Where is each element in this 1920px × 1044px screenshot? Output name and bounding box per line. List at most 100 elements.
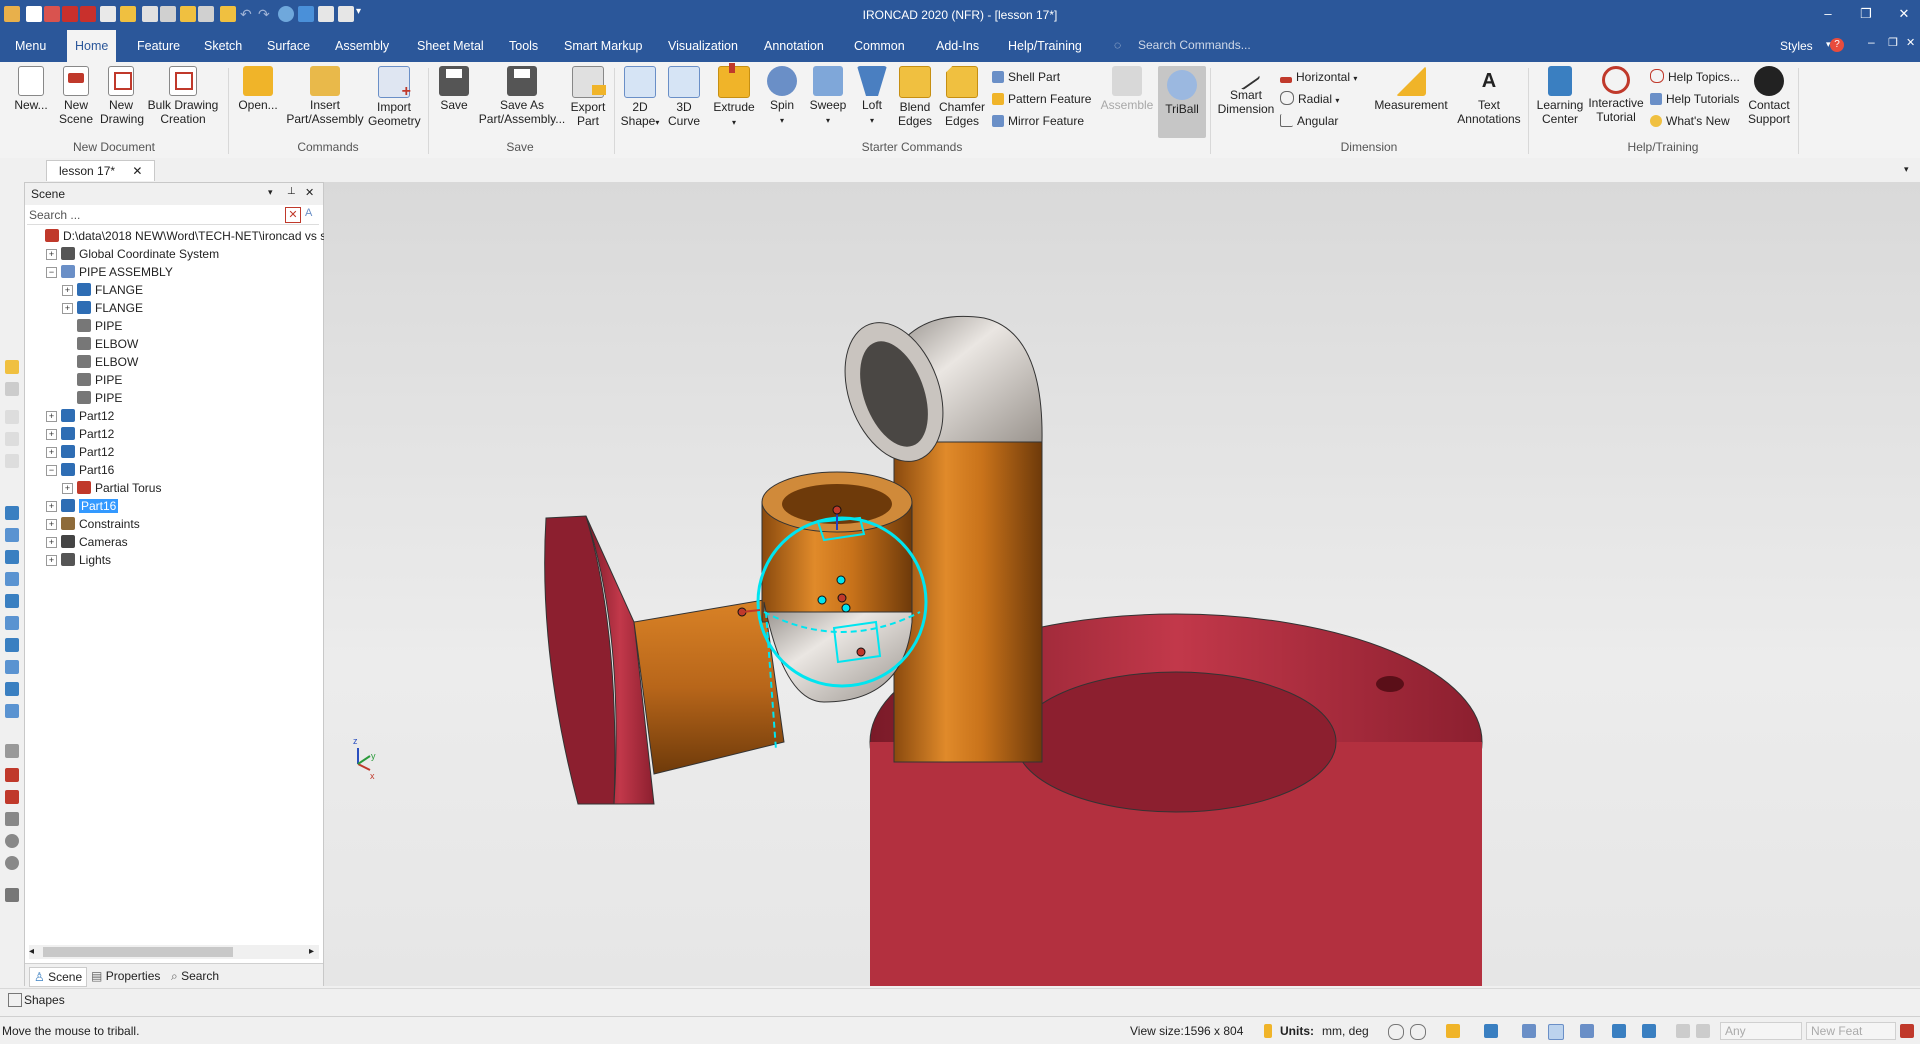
expand-icon[interactable]: + [46, 555, 57, 566]
maximize-button[interactable]: ❐ [1852, 3, 1880, 25]
tree-item[interactable]: FLANGE [77, 281, 143, 299]
toolbar-icon[interactable] [5, 834, 19, 848]
tab-sheet-metal[interactable]: Sheet Metal [409, 30, 492, 62]
triball-button[interactable]: TriBall [1158, 66, 1206, 138]
tree-item[interactable]: Part16 [61, 461, 114, 479]
2d-shape-button[interactable]: 2D Shape▾ [620, 66, 660, 130]
tree-item[interactable]: PIPE ASSEMBLY [61, 263, 173, 281]
close-tab-icon[interactable]: ✕ [132, 164, 142, 178]
scene-search-input[interactable]: Search ... [29, 208, 80, 222]
tab-home[interactable]: Home [67, 30, 117, 62]
tree-item[interactable]: Part12 [61, 407, 114, 425]
toolbar-icon[interactable] [5, 454, 19, 468]
toolbar-icon[interactable] [5, 768, 19, 782]
expand-icon[interactable]: + [46, 537, 57, 548]
tab-smart-markup[interactable]: Smart Markup [556, 30, 651, 62]
tab-annotation[interactable]: Annotation [756, 30, 832, 62]
tree-item[interactable]: Part12 [61, 425, 114, 443]
tab-add-ins[interactable]: Add-Ins [928, 30, 987, 62]
toolbar-icon[interactable] [5, 704, 19, 718]
tree-item[interactable]: PIPE [77, 371, 122, 389]
zoom-in-icon[interactable] [1410, 1024, 1426, 1040]
tree-item[interactable]: Cameras [61, 533, 128, 551]
cursor-icon[interactable] [1696, 1024, 1710, 1038]
tab-sketch[interactable]: Sketch [196, 30, 250, 62]
doc-close-icon[interactable]: ✕ [1906, 36, 1915, 49]
contact-support-button[interactable]: Contact Support [1742, 66, 1796, 126]
tree-item[interactable]: ELBOW [77, 353, 138, 371]
scroll-thumb[interactable] [43, 947, 233, 957]
pin-icon[interactable]: ⊥ [287, 186, 296, 197]
import-geometry-button[interactable]: + Import Geometry [368, 66, 421, 128]
close-panel-icon[interactable]: ✕ [305, 186, 314, 199]
angular-dimension-button[interactable]: Angular [1280, 112, 1338, 130]
bulk-drawing-button[interactable]: Bulk Drawing Creation [146, 66, 220, 126]
smart-dimension-button[interactable]: Smart Dimension [1216, 61, 1276, 116]
tree-item[interactable]: Constraints [61, 515, 140, 533]
toolbar-icon[interactable] [5, 682, 19, 696]
triball-handle[interactable] [836, 575, 846, 585]
insert-part-button[interactable]: Insert Part/Assembly [284, 66, 366, 126]
blend-edges-button[interactable]: Blend Edges [894, 66, 936, 128]
styles-menu[interactable]: Styles [1780, 39, 1813, 53]
sweep-button[interactable]: Sweep ▾ [806, 66, 850, 128]
clear-search-icon[interactable]: ✕ [285, 207, 301, 223]
tree-item[interactable]: PIPE [77, 317, 122, 335]
export-part-button[interactable]: Export Part [568, 66, 608, 128]
horizontal-dimension-button[interactable]: Horizontal ▾ [1280, 68, 1357, 86]
orient-icon[interactable] [1522, 1024, 1536, 1038]
new-button[interactable]: New... [12, 66, 50, 112]
toolbar-icon[interactable] [5, 616, 19, 630]
3d-model-scene[interactable]: z y x [324, 182, 1920, 986]
open-button[interactable]: Open... [236, 66, 280, 112]
tab-tools[interactable]: Tools [501, 30, 546, 62]
tab-menu[interactable]: Menu [7, 30, 54, 62]
command-search-input[interactable]: Search Commands... [1138, 38, 1358, 56]
new-feature-dropdown[interactable]: New Feat [1806, 1022, 1896, 1040]
triball-handle[interactable] [817, 595, 827, 605]
selection-icon[interactable] [1676, 1024, 1690, 1038]
selection-filter-dropdown[interactable]: Any [1720, 1022, 1802, 1040]
toolbar-icon[interactable] [5, 594, 19, 608]
toolbar-icon[interactable] [5, 638, 19, 652]
toolbar-icon[interactable] [5, 550, 19, 564]
shell-part-button[interactable]: Shell Part [992, 68, 1060, 86]
units-value[interactable]: mm, deg [1322, 1024, 1369, 1038]
tree-item[interactable]: Global Coordinate System [61, 245, 219, 263]
toolbar-icon[interactable] [5, 790, 19, 804]
triball-handle[interactable] [841, 603, 851, 613]
3d-curve-button[interactable]: 3D Curve [664, 66, 704, 128]
camera-icon[interactable] [1580, 1024, 1594, 1038]
panel-dropdown-icon[interactable]: ▾ [268, 187, 273, 198]
text-annotations-button[interactable]: A Text Annotations [1452, 66, 1526, 126]
toolbar-icon[interactable] [5, 382, 19, 396]
render-icon[interactable] [1446, 1024, 1460, 1038]
search-options-icon[interactable]: A [305, 207, 312, 219]
whats-new-button[interactable]: What's New [1650, 112, 1730, 130]
tab-search[interactable]: ⌕ Search [171, 967, 219, 985]
zoom-icon[interactable] [1388, 1024, 1404, 1040]
new-scene-button[interactable]: New Scene [56, 66, 96, 126]
tree-item[interactable]: Lights [61, 551, 111, 569]
shade-mode-icon[interactable] [1642, 1024, 1656, 1038]
chamfer-edges-button[interactable]: Chamfer Edges [936, 66, 988, 128]
new-drawing-button[interactable]: New Drawing [100, 66, 144, 126]
spin-button[interactable]: Spin ▾ [762, 66, 802, 128]
tab-visualization[interactable]: Visualization [660, 30, 746, 62]
save-button[interactable]: Save [436, 66, 472, 112]
tab-common[interactable]: Common [846, 30, 913, 62]
save-as-button[interactable]: Save As Part/Assembly... [476, 66, 568, 126]
tree-item[interactable]: Partial Torus [77, 479, 161, 497]
measurement-button[interactable]: Measurement [1370, 66, 1452, 112]
pipe-vertical[interactable] [893, 441, 1043, 763]
expand-icon[interactable]: + [62, 303, 73, 314]
scroll-left-icon[interactable]: ◂ [29, 946, 34, 957]
scroll-right-icon[interactable]: ▸ [309, 946, 314, 957]
toolbar-icon[interactable] [5, 888, 19, 902]
expand-icon[interactable]: + [46, 519, 57, 530]
extrude-button[interactable]: Extrude ▾ [708, 63, 760, 130]
toolbar-icon[interactable] [5, 856, 19, 870]
help-icon[interactable]: ? [1830, 38, 1844, 52]
tab-properties[interactable]: ▤ Properties [91, 967, 160, 985]
triball-center[interactable] [837, 593, 847, 603]
